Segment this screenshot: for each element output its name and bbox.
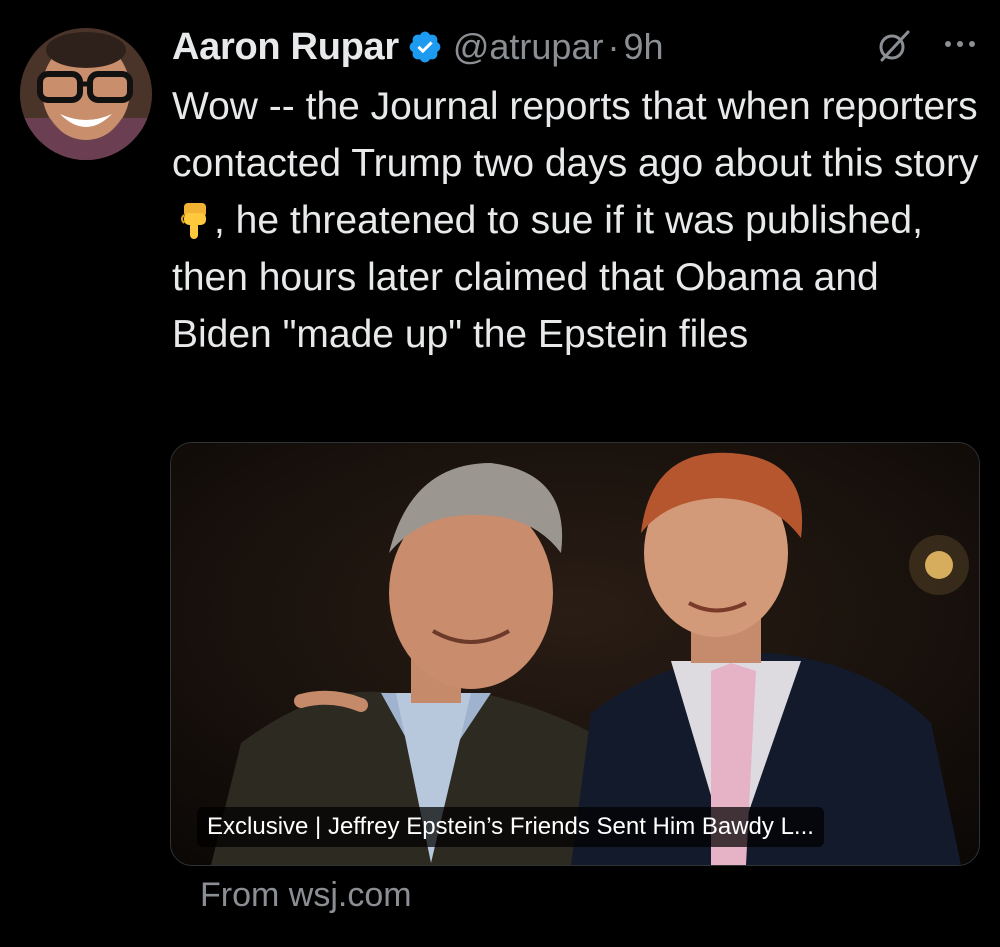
tweet-text: Wow -- the Journal reports that when rep… <box>172 78 987 363</box>
avatar[interactable] <box>20 28 152 160</box>
tweet-header: Aaron Rupar @atrupar · 9h <box>172 22 980 72</box>
grok-icon[interactable] <box>874 26 914 66</box>
tweet-text-part-2: , he threatened to sue if it was publish… <box>172 199 923 356</box>
link-card[interactable]: Exclusive | Jeffrey Epstein’s Friends Se… <box>170 442 980 866</box>
link-source[interactable]: From wsj.com <box>200 876 412 915</box>
pointing-down-emoji-icon <box>178 200 212 240</box>
link-card-caption[interactable]: Exclusive | Jeffrey Epstein’s Friends Se… <box>197 807 824 847</box>
more-icon[interactable] <box>940 32 980 56</box>
article-photo <box>171 443 979 865</box>
tweet-text-part-1: Wow -- the Journal reports that when rep… <box>172 85 979 185</box>
author-handle[interactable]: @atrupar <box>453 26 604 68</box>
tweet-timestamp[interactable]: 9h <box>623 26 663 68</box>
author-name[interactable]: Aaron Rupar <box>172 26 399 69</box>
header-separator: · <box>607 26 620 67</box>
verified-badge-icon[interactable] <box>407 29 443 65</box>
